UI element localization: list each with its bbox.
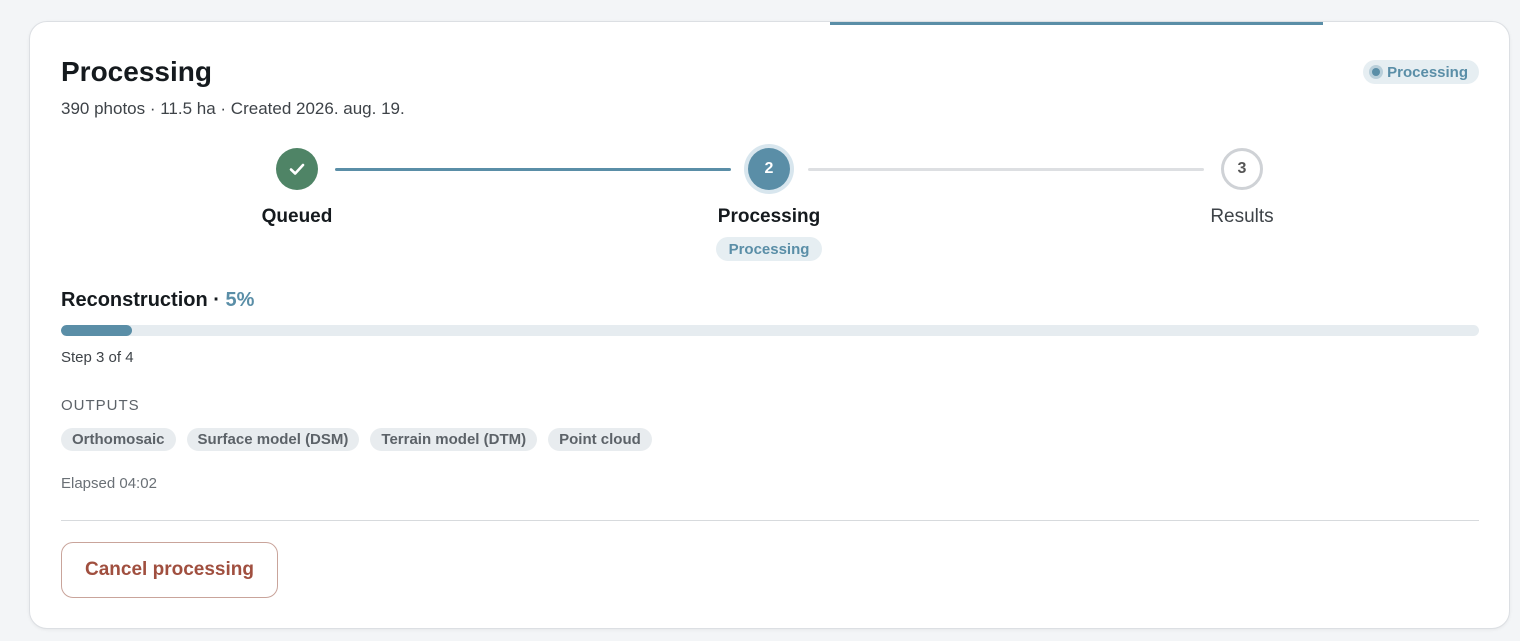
progress-separator: ·: [207, 289, 226, 311]
elapsed-time: Elapsed 04:02: [61, 475, 157, 492]
progress-bar: [61, 325, 1479, 336]
outputs-heading: OUTPUTS: [61, 397, 140, 414]
check-icon: [289, 163, 305, 175]
status-badge-label: Processing: [1387, 63, 1468, 81]
progress-title: Reconstruction · 5%: [61, 289, 254, 312]
outputs-list: Orthomosaic Surface model (DSM) Terrain …: [61, 428, 652, 451]
step-count: Step 3 of 4: [61, 349, 134, 366]
processing-card: Processing 390 photos · 11.5 ha · Create…: [29, 21, 1510, 629]
output-chip-dsm: Surface model (DSM): [186, 428, 360, 451]
step-processing-label: Processing: [717, 206, 821, 227]
job-summary: 390 photos · 11.5 ha · Created 2026. aug…: [61, 99, 405, 118]
output-chip-dtm: Terrain model (DTM): [370, 428, 538, 451]
cancel-processing-button[interactable]: Cancel processing: [61, 542, 278, 598]
status-dot-icon: [1369, 65, 1384, 79]
output-chip-point-cloud: Point cloud: [548, 428, 652, 451]
step-results-circle: 3: [1221, 148, 1263, 190]
step-processing-badge: Processing: [716, 237, 822, 261]
step-queued-label: Queued: [261, 206, 333, 227]
progress-stage: Reconstruction: [61, 289, 208, 311]
output-chip-orthomosaic: Orthomosaic: [61, 428, 176, 451]
step-results-label: Results: [1210, 206, 1274, 227]
divider: [61, 520, 1479, 521]
status-badge: Processing: [1363, 60, 1479, 84]
stepper-connector-pending: [808, 168, 1204, 171]
step-queued-circle: [276, 148, 318, 190]
stepper-connector-complete: [335, 168, 731, 171]
progress-percent: 5%: [225, 289, 255, 311]
top-accent-bar: [830, 22, 1323, 25]
page-title: Processing: [61, 56, 212, 87]
progress-bar-fill: [61, 325, 132, 336]
step-processing-circle: 2: [748, 148, 790, 190]
